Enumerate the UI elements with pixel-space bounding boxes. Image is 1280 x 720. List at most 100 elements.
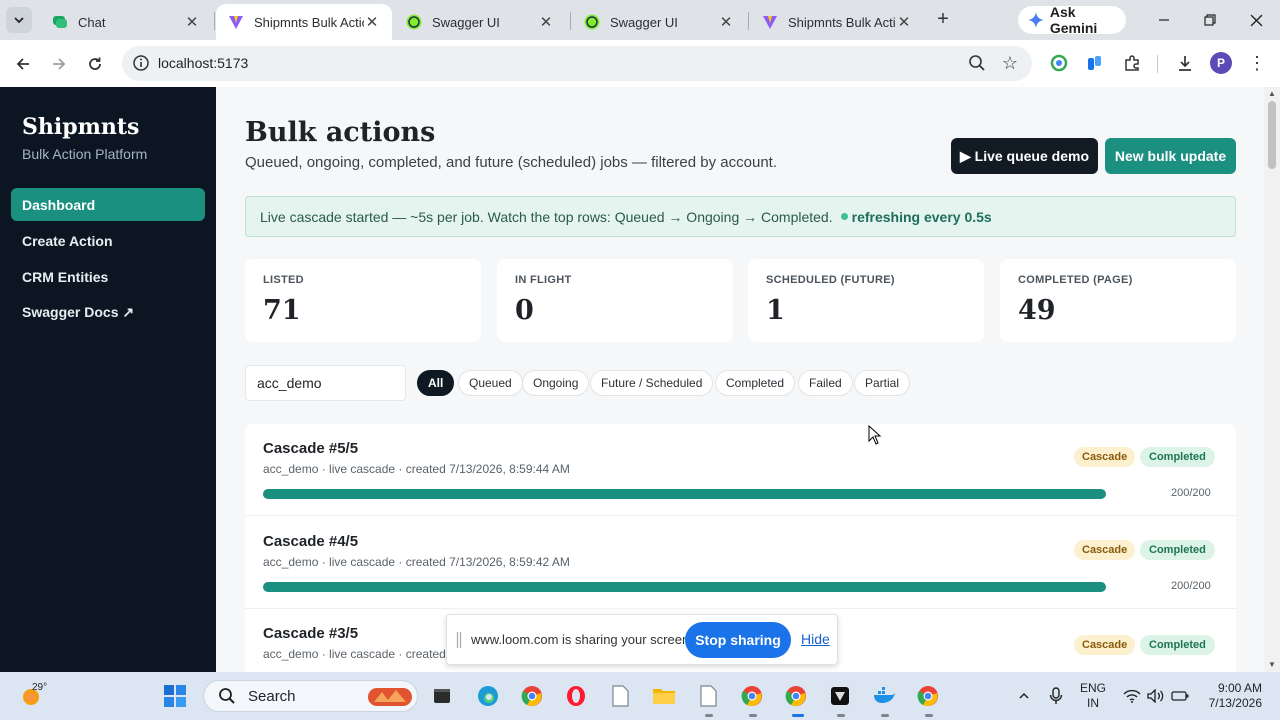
volume-icon[interactable] — [1146, 686, 1166, 706]
job-title: Cascade #5/5 — [263, 440, 359, 457]
restore-button[interactable] — [1198, 8, 1222, 32]
stat-value: 49 — [1018, 295, 1056, 326]
filter-chip-all[interactable]: All — [417, 370, 455, 396]
extensions-puzzle-icon[interactable] — [1121, 52, 1143, 74]
search-placeholder: Search — [248, 687, 296, 705]
taskbar-app-cursor-icon[interactable] — [826, 682, 854, 710]
progress-count: 200/200 — [1171, 487, 1211, 499]
tab-swagger-2[interactable]: Swagger UI ✕ — [572, 4, 746, 40]
sidebar-item-crm-entities[interactable]: CRM Entities — [11, 260, 205, 293]
minimize-button[interactable] — [1152, 8, 1176, 32]
vite-favicon-icon — [763, 16, 777, 29]
account-filter-input[interactable]: acc_demo — [245, 365, 406, 401]
swagger-favicon-icon — [406, 14, 422, 30]
windows-start-button[interactable] — [161, 682, 189, 710]
chevron-up-icon[interactable] — [1014, 686, 1034, 706]
tab-search-button[interactable] — [6, 7, 32, 33]
profile-avatar[interactable]: P — [1210, 52, 1232, 74]
zoom-icon[interactable] — [968, 54, 986, 72]
job-meta: acc_demo · live cascade · created 7/13/2… — [263, 555, 570, 569]
scroll-up-icon[interactable]: ▲ — [1268, 90, 1276, 98]
site-info-icon[interactable] — [132, 54, 150, 72]
filter-chip-queued[interactable]: Queued — [458, 370, 523, 396]
taskbar-app-edge-icon[interactable] — [474, 682, 502, 710]
active-indicator — [792, 714, 804, 717]
taskbar-app-chrome-icon[interactable] — [518, 682, 546, 710]
close-icon[interactable]: ✕ — [896, 14, 912, 31]
new-tab-button[interactable]: + — [932, 9, 954, 31]
sharing-message: www.loom.com is sharing your screen. — [471, 632, 693, 647]
system-clock[interactable]: 9:00 AM 7/13/2026 — [1186, 681, 1262, 711]
microphone-icon[interactable] — [1046, 686, 1066, 706]
tab-shipmnts-active[interactable]: Shipmnts Bulk Actio ✕ — [216, 4, 392, 40]
taskbar-app-docker-icon[interactable] — [870, 682, 898, 710]
close-icon[interactable]: ✕ — [364, 14, 380, 31]
bookmark-star-icon[interactable]: ☆ — [1000, 53, 1020, 73]
running-indicator — [837, 714, 845, 717]
taskbar-app-chrome-profile-icon[interactable] — [738, 682, 766, 710]
scroll-down-icon[interactable]: ▼ — [1268, 661, 1276, 669]
taskbar-app-document-icon[interactable] — [694, 682, 722, 710]
job-type-badge: Cascade — [1074, 635, 1136, 655]
arrow-right-icon — [53, 58, 66, 70]
taskbar-app-opera-icon[interactable] — [562, 682, 590, 710]
close-icon[interactable]: ✕ — [718, 14, 734, 31]
sidebar-item-dashboard[interactable]: Dashboard — [11, 188, 205, 221]
filter-chip-completed[interactable]: Completed — [715, 370, 796, 396]
drag-handle-icon[interactable] — [456, 632, 462, 648]
job-row[interactable]: Cascade #5/5 acc_demo · live cascade · c… — [245, 424, 1236, 516]
tab-shipmnts-2[interactable]: Shipmnts Bulk Actio ✕ — [750, 4, 924, 40]
progress-track — [263, 582, 1106, 592]
extension-blue-icon[interactable] — [1084, 52, 1106, 74]
taskbar-app-chrome-extra-icon[interactable] — [914, 682, 942, 710]
search-highlight-icon — [368, 688, 412, 706]
status-banner: Live cascade started — ~5s per job. Watc… — [245, 196, 1236, 237]
stat-label: COMPLETED (PAGE) — [1018, 274, 1133, 286]
ask-gemini-button[interactable]: Ask Gemini — [1018, 4, 1126, 36]
mouse-cursor-icon — [868, 425, 882, 445]
filter-chip-future-scheduled[interactable]: Future / Scheduled — [590, 370, 714, 396]
tab-chat[interactable]: Chat ✕ — [40, 4, 212, 40]
language-code: ENG — [1080, 681, 1107, 695]
close-window-button[interactable] — [1244, 8, 1268, 32]
filter-chip-ongoing[interactable]: Ongoing — [522, 370, 590, 396]
language-indicator[interactable]: ENG IN — [1080, 681, 1106, 711]
taskbar-app-file-icon[interactable] — [606, 682, 634, 710]
running-indicator — [705, 714, 713, 717]
new-bulk-update-button[interactable]: New bulk update — [1105, 138, 1236, 174]
filter-chip-partial[interactable]: Partial — [854, 370, 911, 396]
sidebar-item-create-action[interactable]: Create Action — [11, 224, 205, 257]
filter-chip-failed[interactable]: Failed — [798, 370, 853, 396]
page-scrollbar[interactable]: ▲ ▼ — [1264, 87, 1280, 672]
stat-label: SCHEDULED (FUTURE) — [766, 274, 895, 286]
browser-menu-icon[interactable]: ⋮ — [1246, 52, 1268, 74]
taskbar-app-chrome-active-icon[interactable] — [782, 682, 810, 710]
job-meta: acc_demo · live cascade · created 7/ — [263, 647, 460, 661]
reload-button[interactable] — [82, 51, 108, 77]
download-icon[interactable] — [1174, 52, 1196, 74]
close-icon[interactable]: ✕ — [538, 14, 554, 31]
tab-swagger-1[interactable]: Swagger UI ✕ — [394, 4, 566, 40]
url-text[interactable]: localhost:5173 — [158, 55, 248, 71]
region-code: IN — [1087, 696, 1099, 710]
job-row[interactable]: Cascade #4/5 acc_demo · live cascade · c… — [245, 517, 1236, 609]
running-indicator — [881, 714, 889, 717]
back-button[interactable] — [10, 51, 36, 77]
forward-button[interactable] — [46, 51, 72, 77]
sidebar-item-swagger-docs[interactable]: Swagger Docs ↗ — [11, 296, 205, 329]
scrollbar-thumb[interactable] — [1268, 101, 1276, 169]
tab-title: Chat — [78, 14, 106, 30]
stop-sharing-button[interactable]: Stop sharing — [685, 622, 791, 658]
taskbar-app-explorer-icon[interactable] — [650, 682, 678, 710]
tab-title: Swagger UI — [610, 14, 678, 30]
hide-link[interactable]: Hide — [801, 631, 830, 647]
address-bar[interactable]: localhost:5173 ☆ — [122, 46, 1032, 81]
page-title: Bulk actions — [245, 117, 436, 148]
extension-google-lens-icon[interactable] — [1048, 52, 1070, 74]
arrow-left-icon — [16, 58, 29, 70]
close-icon[interactable]: ✕ — [184, 14, 200, 31]
taskbar-search-box[interactable]: Search — [203, 680, 418, 712]
live-queue-demo-button[interactable]: ▶ Live queue demo — [951, 138, 1098, 174]
taskbar-app-terminal-icon[interactable] — [428, 682, 456, 710]
wifi-icon[interactable] — [1122, 686, 1142, 706]
